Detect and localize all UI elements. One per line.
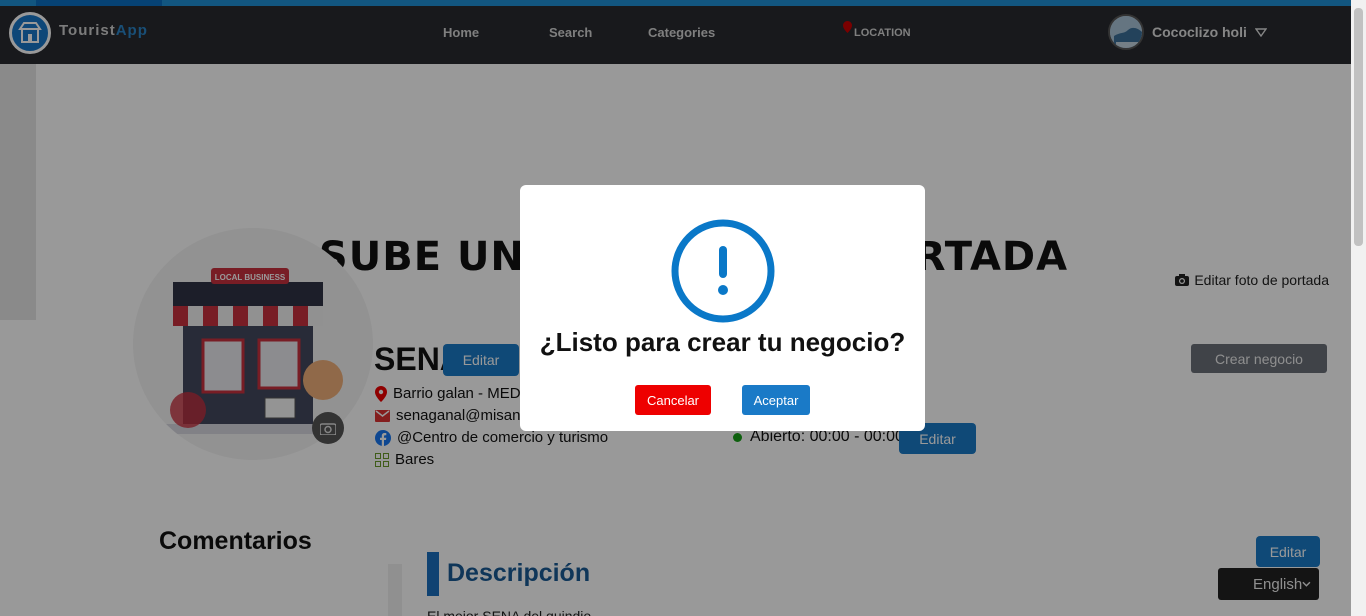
page-scrollbar[interactable]	[1351, 0, 1366, 616]
accept-button[interactable]: Aceptar	[742, 385, 810, 415]
cancel-button[interactable]: Cancelar	[635, 385, 711, 415]
dialog-title: ¿Listo para crear tu negocio?	[539, 327, 906, 357]
confirm-dialog: ¿Listo para crear tu negocio? Cancelar A…	[520, 185, 925, 431]
scrollbar-thumb[interactable]	[1354, 8, 1363, 246]
exclamation-circle-icon	[671, 219, 775, 323]
